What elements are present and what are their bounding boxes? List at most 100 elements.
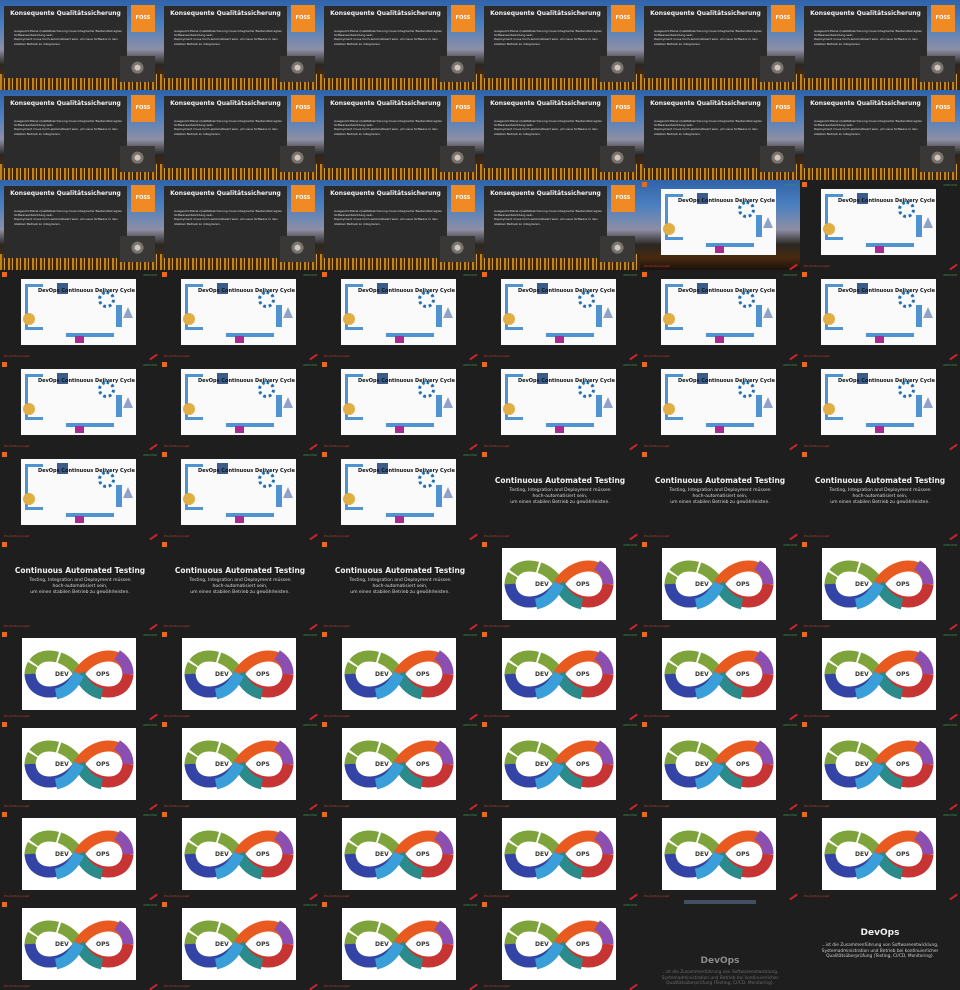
slide-thumbnail-cycle[interactable]: AMV.OSU DevOps Continuous Delivery Cycle… [640,270,800,360]
slide-thumbnail-qualitaet[interactable]: Konsequente Qualitätssicherung Ausgeschr… [320,0,480,90]
slide-thumbnail-cycle[interactable]: AMV.OSU DevOps Continuous Delivery Cycle… [0,450,160,540]
green-tag: AMV.OSU [783,633,797,637]
dev-label: DEV [855,581,869,588]
speaker-video-icon [120,56,155,82]
slide-thumbnail-infinity[interactable]: AMV.OSU DEV OPS Proof-Of-Concept [480,540,640,630]
slide-thumbnail-infinity[interactable]: AMV.OSU DEV OPS Proof-Of-Concept [800,630,960,720]
slide-thumbnail-qualitaet[interactable]: Konsequente Qualitätssicherung Ausgeschr… [320,90,480,180]
slide-thumbnail-cycle[interactable]: AMV.OSU DevOps Continuous Delivery Cycle… [640,180,800,270]
infinity-loop-icon: DEV OPS [184,830,294,880]
slide-thumbnail-qualitaet[interactable]: Konsequente Qualitätssicherung Ausgeschr… [480,180,640,270]
arrow-right [116,395,122,417]
slide-thumbnail-cycle[interactable]: AMV.OSU DevOps Continuous Delivery Cycle… [0,360,160,450]
slide-thumbnail-qualitaet[interactable]: Konsequente Qualitätssicherung Ausgeschr… [480,0,640,90]
slide-thumbnail-infinity[interactable]: AMV.OSU DEV OPS Proof-Of-Concept [0,900,160,990]
arrow-bottom [386,513,434,517]
kubernetes-icon [75,516,84,523]
slide-thumbnail-infinity[interactable]: AMV.OSU DEV OPS Proof-Of-Concept [0,810,160,900]
arrow-right [916,395,922,417]
slide-thumbnail-infinity[interactable]: AMV.OSU DEV OPS Proof-Of-Concept [800,720,960,810]
slide-thumbnail-testing[interactable]: Continuous Automated Testing Testing, In… [0,540,160,630]
slide-thumbnail-infinity[interactable]: AMV.OSU DEV OPS Proof-Of-Concept [480,810,640,900]
slide-title: Continuous Automated Testing [14,566,146,575]
slide-thumbnail-testing[interactable]: Continuous Automated Testing Testing, In… [320,540,480,630]
slide-thumbnail-devops-transition[interactable]: DevOps ...ist die Zusammenführung von So… [640,900,800,990]
slide-thumbnail-infinity[interactable]: AMV.OSU DEV OPS Proof-Of-Concept [160,630,320,720]
bullet-2: Deployment muss hoch-automatisiert sein,… [814,127,918,136]
slide-thumbnail-qualitaet[interactable]: Konsequente Qualitätssicherung Ausgeschr… [160,0,320,90]
slide-thumbnail-cycle[interactable]: AMV.OSU DevOps Continuous Delivery Cycle… [640,360,800,450]
slide-thumbnail-cycle[interactable]: AMV.OSU DevOps Continuous Delivery Cycle… [800,360,960,450]
footer-text: Proof-Of-Concept [164,624,190,628]
slide-thumbnail-infinity[interactable]: AMV.OSU DEV OPS Proof-Of-Concept [640,540,800,630]
slide-thumbnail-testing[interactable]: Continuous Automated Testing Testing, In… [480,450,640,540]
bullet-2: Deployment muss hoch-automatisiert sein,… [334,127,438,136]
slide-thumbnail-qualitaet[interactable]: Konsequente Qualitätssicherung Ausgeschr… [0,90,160,180]
kubernetes-icon [235,426,244,433]
slide-thumbnail-infinity[interactable]: AMV.OSU DEV OPS Proof-Of-Concept [480,720,640,810]
people-icon [23,493,35,505]
slide-thumbnail-qualitaet[interactable]: Konsequente Qualitätssicherung Ausgeschr… [800,90,960,180]
people-icon [343,313,355,325]
slide-thumbnail-infinity[interactable]: AMV.OSU DEV OPS Proof-Of-Concept [160,810,320,900]
kubernetes-icon [235,336,244,343]
footer-text: Proof-Of-Concept [4,804,30,808]
slide-thumbnail-infinity[interactable]: AMV.OSU DEV OPS Proof-Of-Concept [320,810,480,900]
slide-thumbnail-qualitaet[interactable]: Konsequente Qualitätssicherung Ausgeschr… [320,180,480,270]
slide-thumbnail-cycle[interactable]: AMV.OSU DevOps Continuous Delivery Cycle… [160,360,320,450]
slide-bullets: Ausgeschrittene Qualitätssicherung muss … [14,209,122,226]
slide-panel: Konsequente Qualitätssicherung Ausgeschr… [644,6,767,78]
slide-thumbnail-infinity[interactable]: AMV.OSU DEV OPS Proof-Of-Concept [640,630,800,720]
slide-thumbnail-qualitaet[interactable]: Konsequente Qualitätssicherung Ausgeschr… [800,0,960,90]
body-line-3: um einen stabilen Betrieb zu gewährleist… [830,500,930,505]
slide-thumbnail-infinity[interactable]: AMV.OSU DEV OPS Proof-Of-Concept [0,720,160,810]
slide-thumbnail-cycle[interactable]: AMV.OSU DevOps Continuous Delivery Cycle… [320,450,480,540]
slide-thumbnail-qualitaet[interactable]: Konsequente Qualitätssicherung Ausgeschr… [0,180,160,270]
slide-thumbnail-cycle[interactable]: AMV.OSU DevOps Continuous Delivery Cycle… [800,180,960,270]
slide-thumbnail-infinity[interactable]: AMV.OSU DEV OPS Proof-Of-Concept [480,630,640,720]
slide-thumbnail-infinity[interactable]: AMV.OSU DEV OPS Proof-Of-Concept [800,810,960,900]
slide-thumbnail-qualitaet[interactable]: Konsequente Qualitätssicherung Ausgeschr… [160,180,320,270]
slide-thumbnail-cycle[interactable]: AMV.OSU DevOps Continuous Delivery Cycle… [480,360,640,450]
slide-thumbnail-cycle[interactable]: AMV.OSU DevOps Continuous Delivery Cycle… [0,270,160,360]
slide-thumbnail-cycle[interactable]: AMV.OSU DevOps Continuous Delivery Cycle… [160,270,320,360]
bullet-2: Deployment muss hoch-automatisiert sein,… [14,217,118,226]
slide-thumbnail-qualitaet[interactable]: Konsequente Qualitätssicherung Ausgeschr… [160,90,320,180]
slide-bullets: Ausgeschrittene Qualitätssicherung muss … [814,119,922,136]
slide-thumbnail-qualitaet[interactable]: Konsequente Qualitätssicherung Ausgeschr… [0,0,160,90]
slide-thumbnail-devops[interactable]: DevOps ...ist die Zusammenführung von So… [800,900,960,990]
slide-thumbnail-infinity[interactable]: AMV.OSU DEV OPS Proof-Of-Concept [320,900,480,990]
slide-thumbnail-cycle[interactable]: AMV.OSU DevOps Continuous Delivery Cycle… [320,270,480,360]
slide-thumbnail-cycle[interactable]: AMV.OSU DevOps Continuous Delivery Cycle… [160,450,320,540]
green-tag: AMV.OSU [623,363,637,367]
footer-text: Proof-Of-Concept [4,894,30,898]
slide-thumbnail-testing[interactable]: Continuous Automated Testing Testing, In… [800,450,960,540]
slide-thumbnail-qualitaet[interactable]: Konsequente Qualitätssicherung Ausgeschr… [640,90,800,180]
cycle-title: DevOps Continuous Delivery Cycle [198,468,296,474]
slide-thumbnail-infinity[interactable]: AMV.OSU DEV OPS Proof-Of-Concept [320,720,480,810]
green-tag: AMV.OSU [303,723,317,727]
slide-thumbnail-cycle[interactable]: AMV.OSU DevOps Continuous Delivery Cycle… [480,270,640,360]
slide-thumbnail-infinity[interactable]: AMV.OSU DEV OPS Proof-Of-Concept [160,900,320,990]
dev-label: DEV [55,851,69,858]
slide-thumbnail-infinity[interactable]: AMV.OSU DEV OPS Proof-Of-Concept [640,720,800,810]
slide-thumbnail-infinity[interactable]: AMV.OSU DEV OPS Proof-Of-Concept [800,540,960,630]
slide-thumbnail-qualitaet[interactable]: Konsequente Qualitätssicherung Ausgeschr… [640,0,800,90]
slide-thumbnail-infinity[interactable]: AMV.OSU DEV OPS Proof-Of-Concept [160,720,320,810]
slide-thumbnail-infinity[interactable]: AMV.OSU DEV OPS Proof-Of-Concept [0,630,160,720]
corner-logo-icon [802,812,807,817]
slide-thumbnail-infinity[interactable]: AMV.OSU DEV OPS Proof-Of-Concept [480,900,640,990]
slide-thumbnail-qualitaet[interactable]: Konsequente Qualitätssicherung Ausgeschr… [480,90,640,180]
slide-thumbnail-testing[interactable]: Continuous Automated Testing Testing, In… [160,540,320,630]
cycle-title: DevOps Continuous Delivery Cycle [358,378,456,384]
slide-thumbnail-testing[interactable]: Continuous Automated Testing Testing, In… [640,450,800,540]
corner-logo-icon [482,722,487,727]
kubernetes-icon [715,336,724,343]
slide-thumbnail-cycle[interactable]: AMV.OSU DevOps Continuous Delivery Cycle… [800,270,960,360]
kubernetes-icon [875,426,884,433]
slide-thumbnail-infinity[interactable]: AMV.OSU DEV OPS Proof-Of-Concept [320,630,480,720]
footer-text: Proof-Of-Concept [644,264,670,268]
slide-thumbnail-infinity[interactable]: AMV.OSU DEV OPS Proof-Of-Concept [640,810,800,900]
slide-thumbnail-cycle[interactable]: AMV.OSU DevOps Continuous Delivery Cycle… [320,360,480,450]
body-line-1: ...ist die Zusammenführung von Softwaree… [661,970,779,975]
